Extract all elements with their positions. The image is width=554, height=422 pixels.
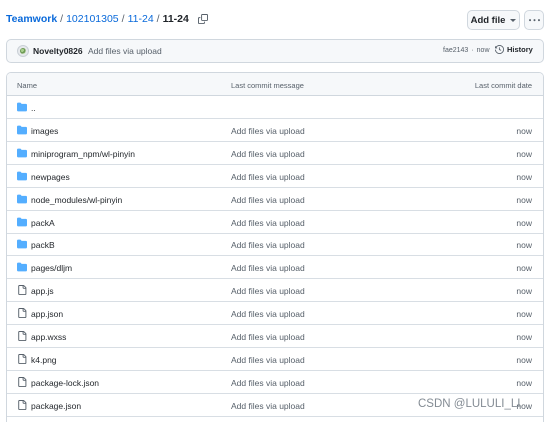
commit-date: now <box>516 240 532 251</box>
file-name-link[interactable]: newpages <box>31 172 70 182</box>
file-icon <box>17 285 27 296</box>
file-icon <box>17 308 27 319</box>
commit-message-link[interactable]: Add files via upload <box>231 218 305 228</box>
table-row[interactable]: app.json Add files via upload now <box>7 302 543 326</box>
commit-date: now <box>516 309 532 320</box>
commit-message-link[interactable]: Add files via upload <box>231 332 305 342</box>
breadcrumb-separator: / <box>121 13 125 25</box>
history-button[interactable]: History <box>495 45 533 54</box>
folder-icon <box>17 125 27 135</box>
table-row[interactable]: images Add files via upload now <box>7 119 543 142</box>
commit-date: now <box>516 171 532 182</box>
file-name-link[interactable]: app.js <box>31 286 54 296</box>
add-file-button[interactable]: Add file <box>467 10 520 30</box>
file-icon <box>17 376 27 387</box>
table-header: Name Last commit message Last commit dat… <box>7 73 543 96</box>
watermark: CSDN @LULULI_LI <box>418 398 521 410</box>
chevron-down-icon <box>510 18 517 22</box>
folder-icon <box>17 171 27 181</box>
file-name-link[interactable]: packB <box>31 240 55 250</box>
commit-message-link[interactable]: Add files via upload <box>231 309 305 319</box>
table-row[interactable]: packA Add files via upload now <box>7 211 543 234</box>
commit-message-link[interactable]: Add files via upload <box>231 240 305 250</box>
commit-message-link[interactable]: Add files via upload <box>231 378 305 388</box>
folder-icon <box>17 239 27 249</box>
file-name-link[interactable]: k4.png <box>31 355 57 365</box>
commit-sha[interactable]: fae2143 <box>443 47 468 54</box>
file-name-link[interactable]: miniprogram_npm/wl-pinyin <box>31 149 135 159</box>
breadcrumb-folder-link[interactable]: 102101305 <box>66 13 119 25</box>
column-header-date: Last commit date <box>474 81 532 90</box>
folder-icon <box>17 148 27 158</box>
commit-message-link[interactable]: Add files via upload <box>231 126 305 136</box>
file-name-link[interactable]: node_modules/wl-pinyin <box>31 195 122 205</box>
commit-time: now <box>476 47 490 54</box>
folder-icon <box>17 194 27 204</box>
file-name-link[interactable]: images <box>31 126 58 136</box>
table-row[interactable]: app.wxss Add files via upload now <box>7 325 543 348</box>
commit-message[interactable]: Add files via upload <box>88 46 162 56</box>
commit-message-link[interactable]: Add files via upload <box>231 149 305 159</box>
file-name-link[interactable]: package-lock.json <box>31 378 99 388</box>
table-row[interactable]: app.js Add files via upload now <box>7 279 543 303</box>
file-name-link[interactable]: pages/dljm <box>31 263 72 273</box>
commit-message-link[interactable]: Add files via upload <box>231 172 305 182</box>
file-icon <box>17 331 27 341</box>
breadcrumb-separator: / <box>60 13 64 25</box>
commit-date: now <box>516 286 532 297</box>
column-header-message: Last commit message <box>231 81 304 90</box>
table-row[interactable]: node_modules/wl-pinyin Add files via uplo… <box>7 188 543 211</box>
commit-author[interactable]: Novelty0826 <box>33 46 83 56</box>
commit-date: now <box>516 217 532 228</box>
commit-date: now <box>516 125 532 136</box>
breadcrumb-current: 11-24 <box>162 13 189 25</box>
table-row[interactable]: .. <box>7 96 543 119</box>
add-file-label: Add file <box>470 14 506 26</box>
avatar[interactable] <box>17 45 29 57</box>
history-icon <box>495 45 504 54</box>
commit-date: now <box>516 148 532 159</box>
table-row[interactable]: packB Add files via upload now <box>7 233 543 257</box>
table-row[interactable]: miniprogram_npm/wl-pinyin Add files via u… <box>7 142 543 165</box>
commit-message-link[interactable]: Add files via upload <box>231 195 305 205</box>
folder-icon <box>17 217 27 227</box>
column-header-name: Name <box>17 81 38 90</box>
file-name-link[interactable]: .. <box>31 103 36 113</box>
copy-path-button[interactable] <box>197 13 209 25</box>
file-name-link[interactable]: packA <box>31 218 55 228</box>
table-row[interactable]: package-lock.json Add files via upload now <box>7 371 543 394</box>
breadcrumb-repo-link[interactable]: Teamwork <box>6 13 57 25</box>
file-icon <box>17 399 27 410</box>
folder-icon <box>17 262 27 272</box>
kebab-horizontal-icon <box>528 18 540 21</box>
commit-date: now <box>516 194 532 205</box>
history-label: History <box>507 45 533 54</box>
commit-date: now <box>516 332 532 342</box>
table-row[interactable]: newpages Add files via upload now <box>7 165 543 188</box>
header-row: Teamwork / 102101305 / 11-24 / 11-24 Add… <box>0 0 554 40</box>
file-name-link[interactable]: app.json <box>31 309 63 319</box>
commit-message-link[interactable]: Add files via upload <box>231 401 305 411</box>
folder-icon <box>17 102 27 112</box>
table-row[interactable]: pages/dljm Add files via upload now <box>7 256 543 280</box>
copy-icon <box>197 14 208 24</box>
commit-meta-dot: · <box>471 47 474 54</box>
file-name-link[interactable]: package.json <box>31 401 81 411</box>
breadcrumb-separator: / <box>156 13 160 25</box>
commit-message-link[interactable]: Add files via upload <box>231 263 305 273</box>
commit-message-link[interactable]: Add files via upload <box>231 355 305 365</box>
commit-meta: fae2143 · now <box>443 47 490 54</box>
more-options-button[interactable] <box>524 10 544 30</box>
commit-date: now <box>516 354 532 365</box>
table-row[interactable]: k4.png Add files via upload now <box>7 348 543 371</box>
commit-date: now <box>516 263 532 274</box>
file-name-link[interactable]: app.wxss <box>31 332 66 342</box>
file-icon <box>17 353 27 364</box>
commit-date: now <box>516 377 532 388</box>
commit-message-link[interactable]: Add files via upload <box>231 286 305 296</box>
file-table: Name Last commit message Last commit dat… <box>6 72 544 422</box>
latest-commit-bar: Novelty0826 Add files via upload fae2143… <box>6 39 544 63</box>
breadcrumb-folder-link[interactable]: 11-24 <box>128 13 154 25</box>
breadcrumb: Teamwork / 102101305 / 11-24 / 11-24 <box>6 13 209 25</box>
